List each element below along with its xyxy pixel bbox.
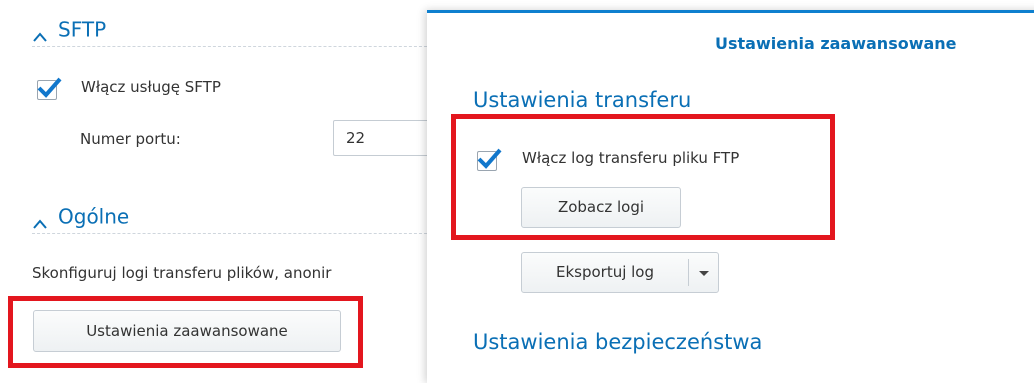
sftp-section-header[interactable]: SFTP — [32, 16, 432, 47]
chevron-up-icon — [32, 211, 48, 229]
port-label: Numer portu: — [80, 130, 181, 148]
general-section-title: Ogólne — [58, 204, 130, 229]
caret-down-icon — [699, 271, 709, 276]
sftp-enable-checkbox[interactable] — [37, 77, 62, 100]
sftp-enable-label: Włącz usługę SFTP — [81, 78, 221, 96]
security-settings-heading: Ustawienia bezpieczeństwa — [473, 330, 763, 354]
sftp-section-title: SFTP — [58, 17, 107, 42]
dialog-title: Ustawienia zaawansowane — [715, 34, 957, 53]
general-section-header[interactable]: Ogólne — [32, 203, 432, 234]
export-log-button[interactable]: Eksportuj log — [522, 253, 688, 292]
chevron-up-icon — [32, 24, 48, 42]
highlight-box — [8, 296, 363, 368]
export-log-dropdown-toggle[interactable] — [689, 253, 719, 292]
general-description: Skonfiguruj logi transferu plików, anoni… — [32, 264, 332, 282]
export-log-split-button: Eksportuj log — [521, 252, 719, 293]
highlight-box — [451, 114, 835, 240]
checkmark-icon — [37, 77, 62, 98]
transfer-settings-heading: Ustawienia transferu — [473, 88, 692, 112]
